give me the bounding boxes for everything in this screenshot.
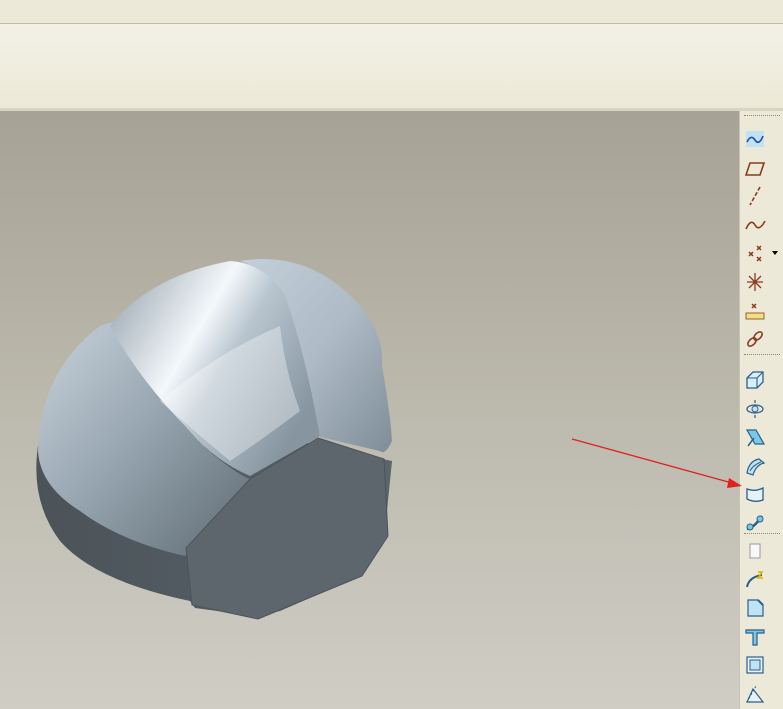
3d-model [36, 259, 392, 620]
swept-blend-icon [746, 458, 766, 476]
shell-icon [746, 656, 764, 674]
extrude-icon [746, 371, 764, 389]
sketch-curve-button[interactable] [743, 127, 767, 151]
datum-axis-button[interactable] [743, 184, 767, 208]
round-icon [746, 570, 764, 587]
swept-blend-button[interactable] [743, 454, 767, 478]
chain-button[interactable] [743, 327, 767, 351]
draft-button[interactable] [743, 682, 767, 706]
revolve-icon [746, 399, 764, 418]
datum-curve-button[interactable] [743, 213, 767, 237]
datum-point-icon [748, 245, 762, 262]
title-strip [0, 0, 783, 24]
command-ribbon [0, 24, 783, 111]
sketch-curve-icon [746, 131, 764, 147]
chain-icon [747, 331, 763, 348]
revolve-button[interactable] [743, 397, 767, 421]
rib-icon [745, 629, 765, 646]
datum-csys-button[interactable] [743, 270, 767, 294]
datum-curve-icon [745, 220, 766, 230]
chamfer-button[interactable] [743, 596, 767, 620]
boundary-blend-icon [746, 487, 764, 503]
extrude-button[interactable] [743, 368, 767, 392]
flyout-arrow-icon[interactable] [771, 248, 779, 258]
draft-icon [746, 685, 765, 703]
hole-button[interactable] [743, 539, 767, 563]
sweep-icon [745, 429, 766, 447]
datum-plane-button[interactable] [743, 156, 767, 180]
boundary-blend-button[interactable] [743, 482, 767, 506]
rib-button[interactable] [743, 625, 767, 649]
datum-csys-icon [747, 273, 763, 291]
variable-section-sweep-icon [746, 515, 764, 531]
sweep-button[interactable] [743, 425, 767, 449]
toolbar-separator [744, 354, 780, 355]
round-button[interactable] [743, 568, 767, 592]
chamfer-icon [747, 599, 764, 617]
toolbar-separator [744, 533, 780, 534]
graphics-window[interactable] [0, 111, 739, 709]
datum-axis-icon [749, 186, 761, 206]
hole-icon [749, 543, 761, 559]
analysis-button[interactable] [743, 299, 767, 323]
analysis-icon [745, 303, 765, 319]
right-feature-toolbar [739, 111, 783, 709]
toolbar-separator [744, 115, 780, 116]
datum-plane-icon [744, 161, 766, 176]
shell-button[interactable] [743, 653, 767, 677]
variable-section-sweep-button[interactable] [743, 511, 767, 535]
datum-point-button[interactable] [743, 241, 767, 265]
